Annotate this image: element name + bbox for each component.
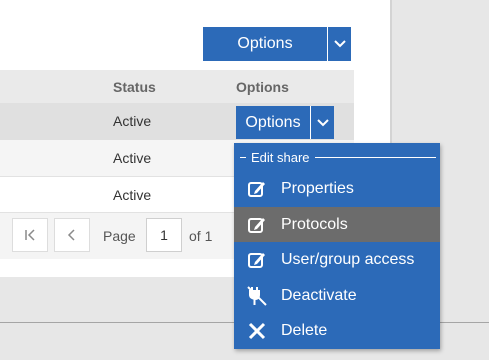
options-button-label: Options xyxy=(237,35,293,52)
row-options-button[interactable]: Options xyxy=(236,106,310,139)
table-row[interactable]: Active Options xyxy=(0,103,354,140)
edit-icon xyxy=(246,214,268,236)
chevron-down-icon xyxy=(316,118,329,126)
options-split-button[interactable]: Options xyxy=(203,27,351,61)
chevron-down-icon xyxy=(333,40,346,48)
previous-page-button[interactable] xyxy=(54,218,90,252)
status-cell: Active xyxy=(113,150,152,166)
menu-item-protocols[interactable]: Protocols xyxy=(234,207,440,242)
page-count-label: of 1 xyxy=(189,228,213,244)
menu-item-properties[interactable]: Properties xyxy=(234,171,440,206)
column-header-status: Status xyxy=(113,79,156,95)
status-cell: Active xyxy=(113,187,152,203)
row-options-split-button[interactable]: Options xyxy=(236,106,334,139)
menu-item-label: Properties xyxy=(281,179,354,197)
options-dropdown-toggle[interactable] xyxy=(327,27,351,61)
menu-section-header: Edit share xyxy=(240,149,436,165)
menu-item-label: Protocols xyxy=(281,215,348,233)
first-page-icon xyxy=(25,229,35,241)
row-options-label: Options xyxy=(245,113,301,131)
status-cell: Active xyxy=(113,113,152,129)
close-icon xyxy=(246,320,268,342)
column-header-options: Options xyxy=(236,79,289,95)
options-dropdown-menu: Edit share Properties Protocols User/gro… xyxy=(234,143,440,349)
first-page-button[interactable] xyxy=(12,218,48,252)
page-number-input[interactable] xyxy=(146,218,182,252)
unplug-icon xyxy=(246,285,268,307)
edit-icon xyxy=(246,249,268,271)
row-options-dropdown-toggle[interactable] xyxy=(310,106,334,139)
menu-section-title: Edit share xyxy=(251,149,310,165)
menu-item-user-group-access[interactable]: User/group access xyxy=(234,242,440,277)
menu-item-deactivate[interactable]: Deactivate xyxy=(234,278,440,313)
table-header: Status Options xyxy=(0,70,354,103)
edit-icon xyxy=(246,178,268,200)
options-button[interactable]: Options xyxy=(203,27,327,61)
menu-item-label: User/group access xyxy=(281,250,415,268)
chevron-left-icon xyxy=(67,229,75,241)
page-label: Page xyxy=(103,228,136,244)
menu-item-label: Delete xyxy=(281,321,328,339)
menu-item-delete[interactable]: Delete xyxy=(234,313,440,348)
menu-item-label: Deactivate xyxy=(281,286,357,304)
